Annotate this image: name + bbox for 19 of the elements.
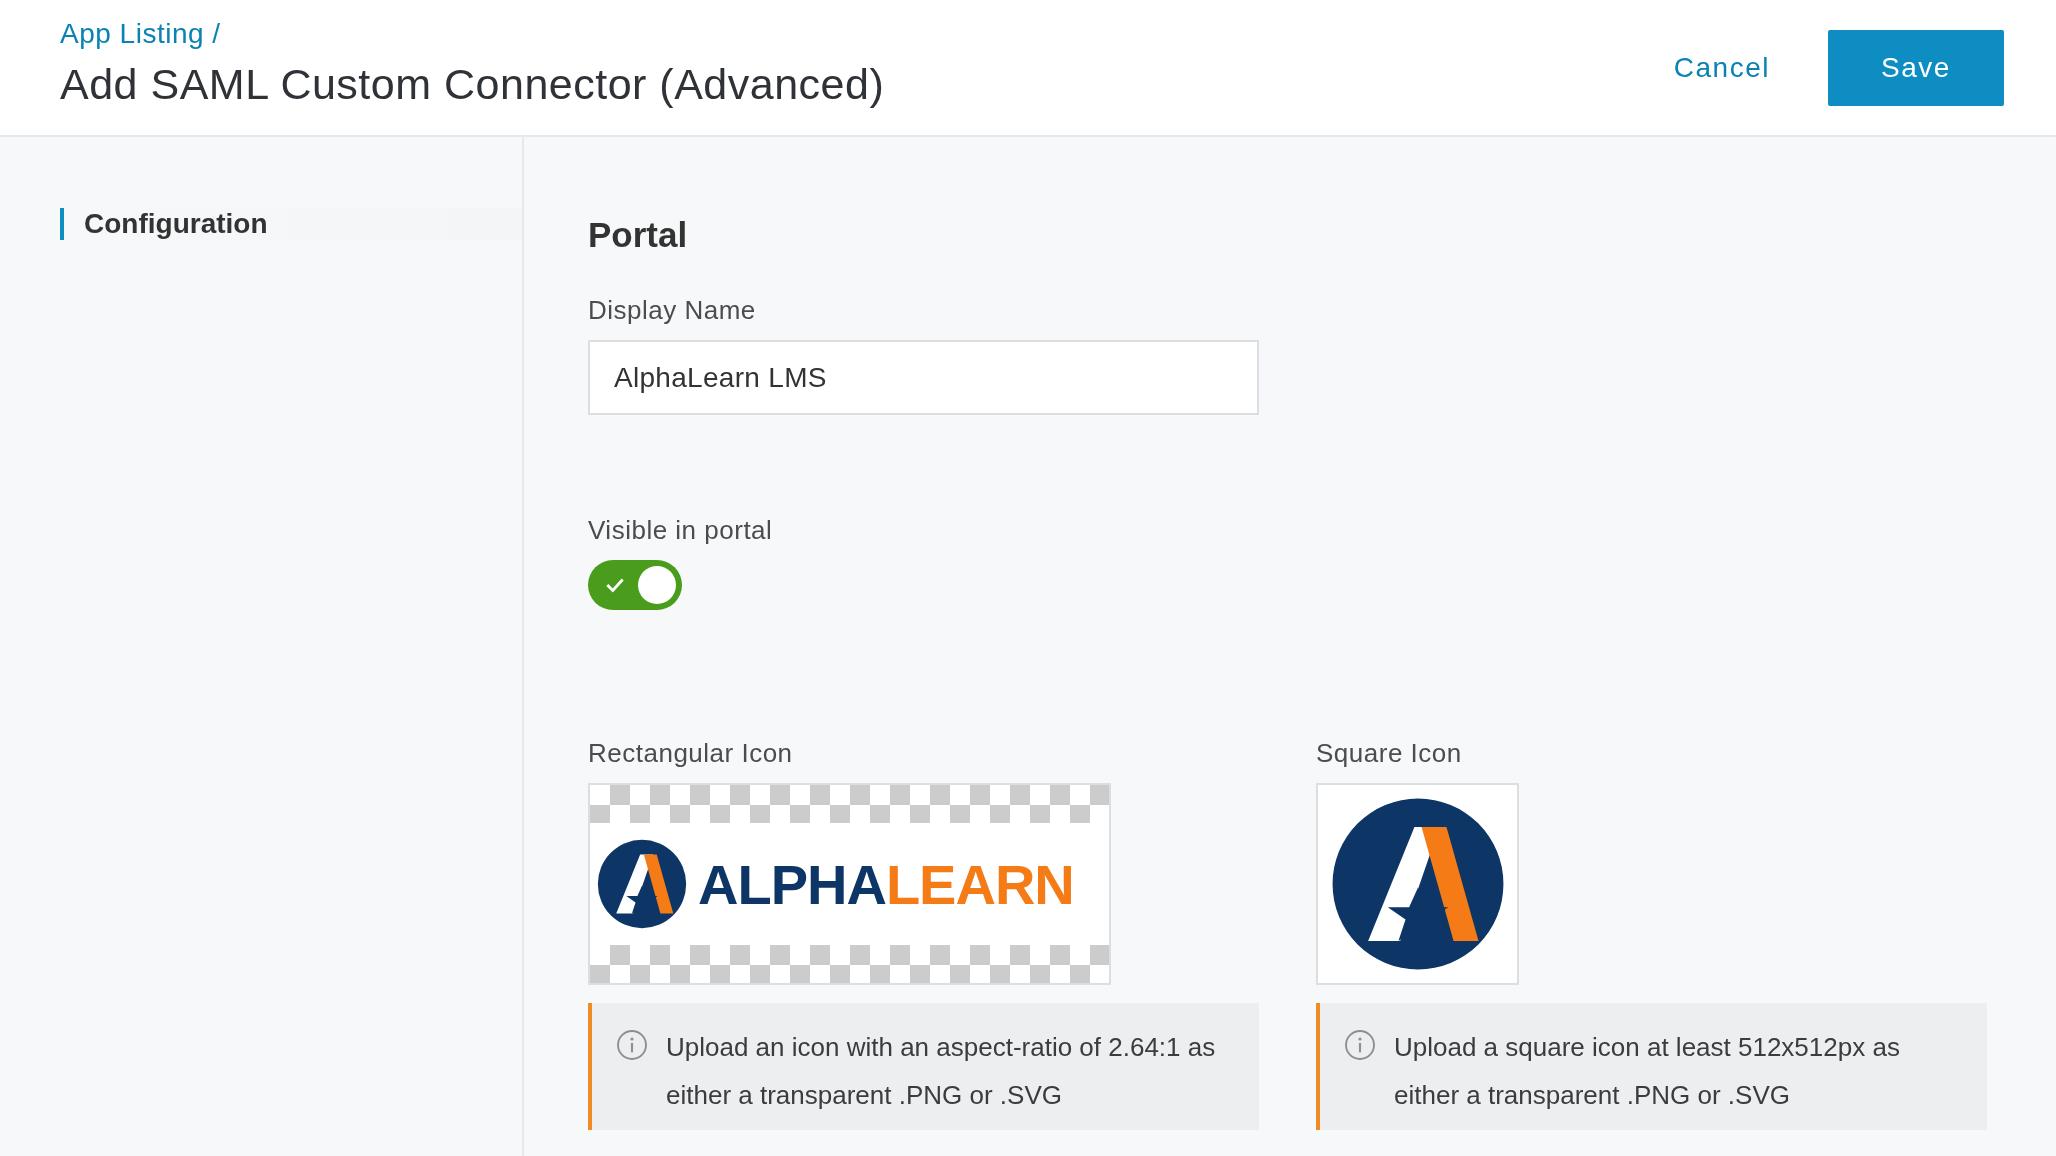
logo-wordmark: ALPHALEARN <box>698 851 1074 917</box>
cancel-button[interactable]: Cancel <box>1673 41 1770 94</box>
field-label: Visible in portal <box>588 515 774 546</box>
field-label: Square Icon <box>1316 738 1463 769</box>
breadcrumb-link[interactable]: App Listing / <box>60 18 885 50</box>
section-title: Portal <box>588 215 689 255</box>
display-name-field[interactable]: AlphaLearn LMS <box>588 340 1259 415</box>
page-title: Add SAML Custom Connector (Advanced) <box>60 60 885 109</box>
toggle-switch[interactable] <box>588 560 682 610</box>
save-button[interactable]: Save <box>1828 29 2004 106</box>
info-icon <box>616 1029 648 1061</box>
hint-text: Upload a square icon at least 512x512px as either a transparent .PNG or .SVG <box>1394 1031 1901 1110</box>
field-label: Display Name <box>588 295 757 326</box>
field-label: Rectangular Icon <box>588 738 794 769</box>
square-icon-preview[interactable] <box>1316 783 1519 985</box>
hint-text: Upload an icon with an aspect-ratio of 2.64:1 as either a transparent .PNG or .SVG <box>666 1031 1217 1110</box>
sidebar-item[interactable]: Configuration <box>60 208 522 240</box>
rectangular-icon-preview[interactable]: ALPHALEARN <box>588 783 1111 985</box>
info-icon <box>1344 1029 1376 1061</box>
